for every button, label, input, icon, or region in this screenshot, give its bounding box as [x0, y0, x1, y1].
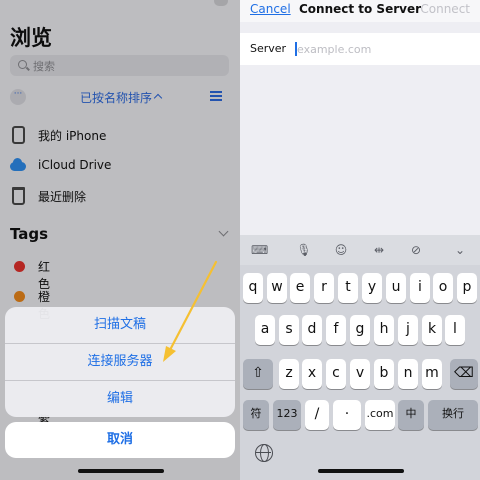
dismiss-keyboard-icon[interactable]: ⌄ [452, 242, 468, 258]
microphone-icon[interactable]: 🎙 [296, 242, 312, 258]
return-key[interactable]: 换行 [428, 400, 478, 430]
emoji-icon[interactable]: ☺ [333, 242, 349, 258]
key-d[interactable]: d [302, 315, 322, 345]
key-z[interactable]: z [279, 359, 299, 389]
server-row: Server [240, 33, 480, 65]
files-browse-panel: ··· 浏览 搜索 ··· 已按名称排序 我的 iPhone iCloud Dr… [0, 0, 240, 480]
dotcom-key[interactable]: .com [365, 400, 395, 430]
keyboard-toolbar: ⌨ 🎙 ☺ ⇹ ⊘ ⌄ [240, 235, 480, 265]
dot-key[interactable]: · [333, 400, 361, 430]
key-t[interactable]: t [338, 273, 358, 303]
cursor-move-icon[interactable]: ⇹ [371, 242, 387, 258]
key-g[interactable]: g [350, 315, 370, 345]
connect-to-server-panel: Cancel Connect to Server Connect Server … [240, 0, 480, 480]
symbols-key[interactable]: 符 [243, 400, 269, 430]
connect-button[interactable]: Connect [420, 2, 470, 16]
key-v[interactable]: v [350, 359, 370, 389]
key-l[interactable]: l [445, 315, 465, 345]
key-q[interactable]: q [243, 273, 263, 303]
key-x[interactable]: x [302, 359, 322, 389]
key-o[interactable]: o [433, 273, 453, 303]
keyboard-switch-icon[interactable]: ⌨ [251, 242, 268, 258]
home-indicator[interactable] [318, 469, 404, 473]
key-h[interactable]: h [374, 315, 394, 345]
key-y[interactable]: y [362, 273, 382, 303]
key-c[interactable]: c [326, 359, 346, 389]
key-k[interactable]: k [422, 315, 442, 345]
key-p[interactable]: p [457, 273, 477, 303]
server-label: Server [250, 42, 287, 55]
language-key[interactable]: 中 [398, 400, 424, 430]
handwriting-icon[interactable]: ⊘ [408, 242, 424, 258]
keyboard: ⌨ 🎙 ☺ ⇹ ⊘ ⌄ q w e r t y u i o p a s d f … [240, 235, 480, 480]
nav-bar: Cancel Connect to Server Connect [240, 0, 480, 22]
text-caret [295, 42, 297, 56]
globe-icon[interactable] [255, 444, 273, 462]
key-b[interactable]: b [374, 359, 394, 389]
annotation-arrow [163, 260, 218, 362]
key-u[interactable]: u [386, 273, 406, 303]
key-r[interactable]: r [314, 273, 334, 303]
key-j[interactable]: j [398, 315, 418, 345]
key-a[interactable]: a [255, 315, 275, 345]
key-f[interactable]: f [326, 315, 346, 345]
key-m[interactable]: m [422, 359, 442, 389]
key-w[interactable]: w [267, 273, 287, 303]
key-s[interactable]: s [279, 315, 299, 345]
key-n[interactable]: n [398, 359, 418, 389]
shift-key[interactable]: ⇧ [243, 359, 273, 389]
numbers-key[interactable]: 123 [273, 400, 301, 430]
key-e[interactable]: e [290, 273, 310, 303]
delete-key[interactable]: ⌫ [450, 359, 478, 389]
server-address-input[interactable] [294, 38, 474, 60]
slash-key[interactable]: / [305, 400, 329, 430]
key-i[interactable]: i [410, 273, 430, 303]
